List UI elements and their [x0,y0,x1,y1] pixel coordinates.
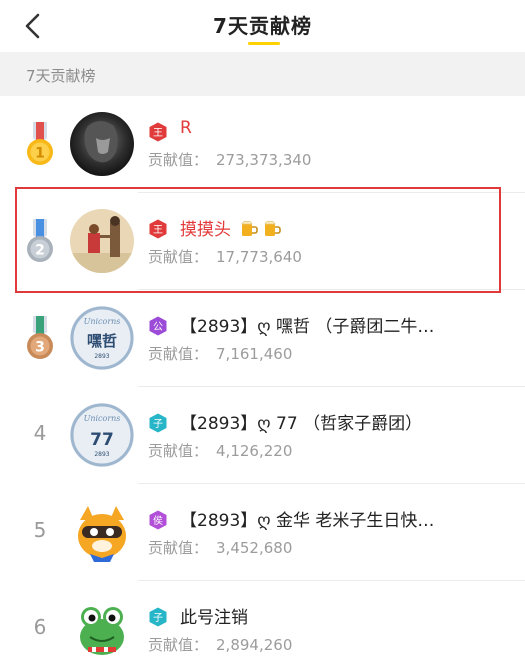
svg-text:公: 公 [153,322,163,333]
contribution-value: 贡献值： 2,894,260 [148,636,293,654]
user-name: 【2893】ღ 77 （哲家子爵团） [180,414,423,434]
gold-medal-icon: 1 [27,122,53,165]
user-name: 【2893】ღ 金华 老米子生日快… [180,511,435,531]
svg-text:子: 子 [153,418,163,430]
page-title: 7天贡献榜 [213,14,312,38]
ranking-row[interactable]: 3 Unicorns 嘿哲 2893 公 【2893】ღ 嘿哲 （子爵团二牛… … [0,290,525,387]
svg-text:王: 王 [153,128,163,139]
svg-text:3: 3 [35,340,45,356]
avatar[interactable]: Unicorns 嘿哲 2893 [70,306,134,370]
svg-text:2893: 2893 [94,451,109,458]
user-name: R [180,118,192,138]
ranking-row[interactable]: 1 王 R 贡献值： 273,373,340 [0,96,525,193]
svg-text:Unicorns: Unicorns [84,317,121,326]
top-bar: 7天贡献榜 [0,0,525,52]
user-name: 【2893】ღ 嘿哲 （子爵团二牛… [180,317,435,337]
rank-badge-icon: 子 [149,607,167,627]
user-name: 此号注销 [180,608,248,628]
svg-text:子: 子 [153,612,163,624]
section-label: 7天贡献榜 [26,67,96,85]
section-header: 7天贡献榜 [0,52,525,96]
contribution-value: 贡献值： 7,161,460 [148,345,293,363]
avatar[interactable] [70,500,134,564]
contribution-value: 贡献值： 273,373,340 [148,151,312,169]
contribution-value: 贡献值： 3,452,680 [148,539,293,557]
rank-number: 4 [33,421,47,445]
avatar[interactable] [70,597,134,661]
avatar[interactable]: Unicorns 77 2893 [70,403,134,467]
contribution-value: 贡献值： 4,126,220 [148,442,293,460]
avatar[interactable] [70,112,134,176]
rank-badge-icon: 侯 [149,510,167,530]
bronze-medal-icon: 3 [27,316,53,359]
svg-text:77: 77 [90,430,114,450]
rank-badge-icon: 子 [149,413,167,433]
svg-text:Unicorns: Unicorns [84,414,121,423]
svg-text:2893: 2893 [94,353,109,360]
rank-number: 5 [33,518,47,542]
rank-badge-icon: 王 [149,122,167,142]
svg-text:1: 1 [35,146,45,162]
ranking-row[interactable]: 5 侯 【2893】ღ 金华 老米子生日快… 贡献值： 3,452,680 [0,484,525,581]
rank-number: 6 [33,615,47,639]
rank-badge-icon: 公 [149,316,167,336]
ranking-row[interactable]: 4 Unicorns 77 2893 子 【2893】ღ 77 （哲家子爵团） … [0,387,525,484]
svg-text:侯: 侯 [153,514,163,527]
ranking-row[interactable]: 6 子 此号注销 贡献值： 2,894,260 [0,581,525,670]
svg-text:嘿哲: 嘿哲 [87,332,117,350]
highlight-annotation [15,187,501,293]
tab-indicator [248,42,280,45]
